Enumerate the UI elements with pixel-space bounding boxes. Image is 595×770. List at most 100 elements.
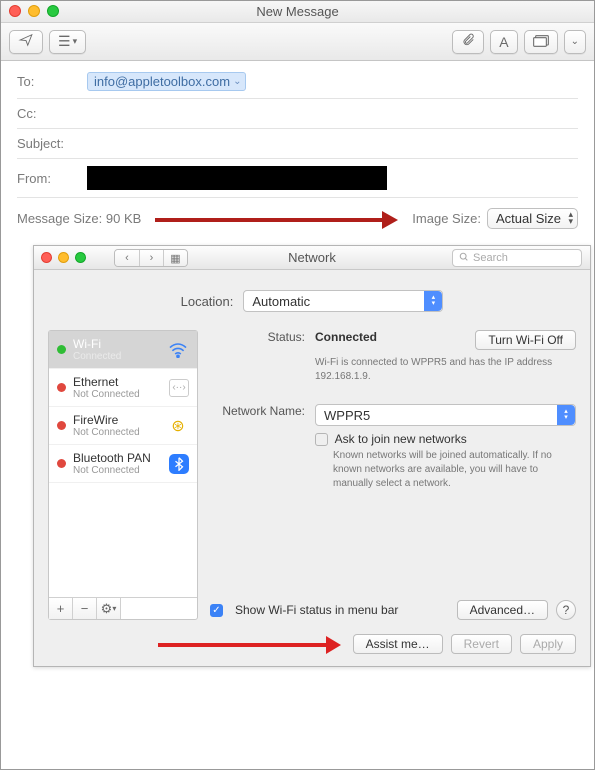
to-recipient-text: info@appletoolbox.com xyxy=(94,74,230,89)
forward-button[interactable]: › xyxy=(139,250,163,266)
show-status-label: Show Wi-Fi status in menu bar xyxy=(235,603,449,617)
paper-plane-icon xyxy=(18,33,34,50)
show-all-button[interactable]: ▦ xyxy=(163,250,187,266)
minimize-window-button[interactable] xyxy=(58,252,69,263)
back-button[interactable]: ‹ xyxy=(115,250,139,266)
cc-label: Cc: xyxy=(17,106,87,121)
subject-row[interactable]: Subject: xyxy=(17,129,578,159)
message-meta-row: Message Size: 90 KB Image Size: Actual S… xyxy=(17,198,578,241)
from-label: From: xyxy=(17,171,87,186)
status-dot-icon xyxy=(57,345,66,354)
sidebar-item-sub: Not Connected xyxy=(73,465,162,476)
close-window-button[interactable] xyxy=(9,5,21,17)
minus-icon: − xyxy=(81,601,89,616)
revert-button[interactable]: Revert xyxy=(451,634,512,654)
zoom-window-button[interactable] xyxy=(75,252,86,263)
sidebar-item-wifi[interactable]: Wi-Fi Connected xyxy=(49,331,197,369)
subject-label: Subject: xyxy=(17,136,87,151)
location-label: Location: xyxy=(181,294,234,309)
advanced-button[interactable]: Advanced… xyxy=(457,600,548,620)
close-window-button[interactable] xyxy=(41,252,52,263)
apply-button[interactable]: Apply xyxy=(520,634,576,654)
network-titlebar: ‹ › ▦ Network Search xyxy=(34,246,590,270)
interface-detail: Status: Connected Turn Wi-Fi Off Wi-Fi i… xyxy=(210,330,576,620)
status-label: Status: xyxy=(210,330,305,344)
ethernet-icon: ‹··› xyxy=(169,379,189,397)
select-arrows-icon xyxy=(557,405,575,425)
status-dot-icon xyxy=(57,459,66,468)
sidebar-item-ethernet[interactable]: Ethernet Not Connected ‹··› xyxy=(49,369,197,407)
search-placeholder: Search xyxy=(473,252,508,264)
format-button[interactable]: A xyxy=(490,30,517,54)
detail-bottom-row: Show Wi-Fi status in menu bar Advanced… … xyxy=(210,600,576,620)
annotation-arrow xyxy=(155,214,398,224)
turn-wifi-off-button[interactable]: Turn Wi-Fi Off xyxy=(475,330,576,350)
location-value: Automatic xyxy=(252,294,310,309)
ask-to-join-checkbox[interactable] xyxy=(315,433,328,446)
chevron-down-icon: ▾ xyxy=(73,36,78,47)
font-icon: A xyxy=(499,34,508,50)
assist-me-button[interactable]: Assist me… xyxy=(353,634,443,654)
sidebar-item-sub: Connected xyxy=(73,351,160,362)
to-recipient-token[interactable]: info@appletoolbox.com ⌄ xyxy=(87,72,246,91)
status-dot-icon xyxy=(57,383,66,392)
status-value: Connected xyxy=(315,330,377,344)
location-row: Location: Automatic xyxy=(48,290,576,312)
window-controls xyxy=(9,5,59,17)
status-dot-icon xyxy=(57,421,66,430)
sidebar-item-label: FireWire xyxy=(73,413,160,427)
add-interface-button[interactable]: + xyxy=(49,598,73,619)
plus-icon: + xyxy=(57,601,65,616)
gear-icon: ⚙ xyxy=(101,601,113,617)
image-size-label: Image Size: xyxy=(412,211,481,226)
network-name-value: WPPR5 xyxy=(324,408,370,423)
chevron-left-icon: ‹ xyxy=(125,252,129,264)
network-actions-row: Assist me… Revert Apply xyxy=(48,634,576,654)
image-size-select[interactable]: Actual Size ▴▾ xyxy=(487,208,578,229)
network-window-controls xyxy=(41,252,86,263)
sidebar-item-sub: Not Connected xyxy=(73,427,160,438)
photo-browser-button[interactable] xyxy=(524,30,558,54)
prefs-search-input[interactable]: Search xyxy=(452,249,582,267)
attach-button[interactable] xyxy=(452,30,484,54)
stepper-icon: ▴▾ xyxy=(568,211,573,225)
nav-segmented-control[interactable]: ‹ › ▦ xyxy=(114,249,188,267)
zoom-window-button[interactable] xyxy=(47,5,59,17)
sidebar-item-label: Ethernet xyxy=(73,375,162,389)
interfaces-sidebar: Wi-Fi Connected Ethernet Not Conne xyxy=(48,330,198,620)
from-row[interactable]: From: xyxy=(17,159,578,198)
sidebar-item-label: Wi-Fi xyxy=(73,337,160,351)
firewire-icon: ⊛ xyxy=(167,416,189,436)
chevron-down-icon[interactable]: ⌄ xyxy=(233,76,241,87)
send-button[interactable] xyxy=(9,30,43,54)
message-size-label: Message Size: 90 KB xyxy=(17,211,141,226)
show-status-checkbox[interactable] xyxy=(210,604,223,617)
sidebar-item-bluetooth[interactable]: Bluetooth PAN Not Connected xyxy=(49,445,197,483)
chevron-down-icon: ⌄ xyxy=(571,36,579,47)
search-icon xyxy=(459,252,469,265)
from-redacted xyxy=(87,166,387,190)
interface-actions-button[interactable]: ⚙▾ xyxy=(97,598,121,619)
wifi-icon xyxy=(167,340,189,360)
to-row[interactable]: To: info@appletoolbox.com ⌄ xyxy=(17,65,578,99)
mail-titlebar: New Message xyxy=(1,1,594,23)
select-arrows-icon xyxy=(424,291,442,311)
status-description: Wi-Fi is connected to WPPR5 and has the … xyxy=(315,356,576,384)
sidebar-item-sub: Not Connected xyxy=(73,389,162,400)
sidebar-item-firewire[interactable]: FireWire Not Connected ⊛ xyxy=(49,407,197,445)
network-prefs-window: ‹ › ▦ Network Search Location: Automatic xyxy=(33,245,591,667)
help-button[interactable]: ? xyxy=(556,600,576,620)
cc-row[interactable]: Cc: xyxy=(17,99,578,129)
compose-area: To: info@appletoolbox.com ⌄ Cc: Subject:… xyxy=(1,61,594,667)
remove-interface-button[interactable]: − xyxy=(73,598,97,619)
bluetooth-icon xyxy=(169,454,189,474)
chevron-down-icon: ▾ xyxy=(112,604,116,613)
annotation-arrow xyxy=(48,639,341,649)
emoji-button[interactable]: ⌄ xyxy=(564,30,586,54)
minimize-window-button[interactable] xyxy=(28,5,40,17)
location-select[interactable]: Automatic xyxy=(243,290,443,312)
mail-toolbar: ☰ ▾ A ⌄ xyxy=(1,23,594,61)
network-name-select[interactable]: WPPR5 xyxy=(315,404,576,426)
header-options-button[interactable]: ☰ ▾ xyxy=(49,30,86,54)
media-icon xyxy=(533,34,549,50)
